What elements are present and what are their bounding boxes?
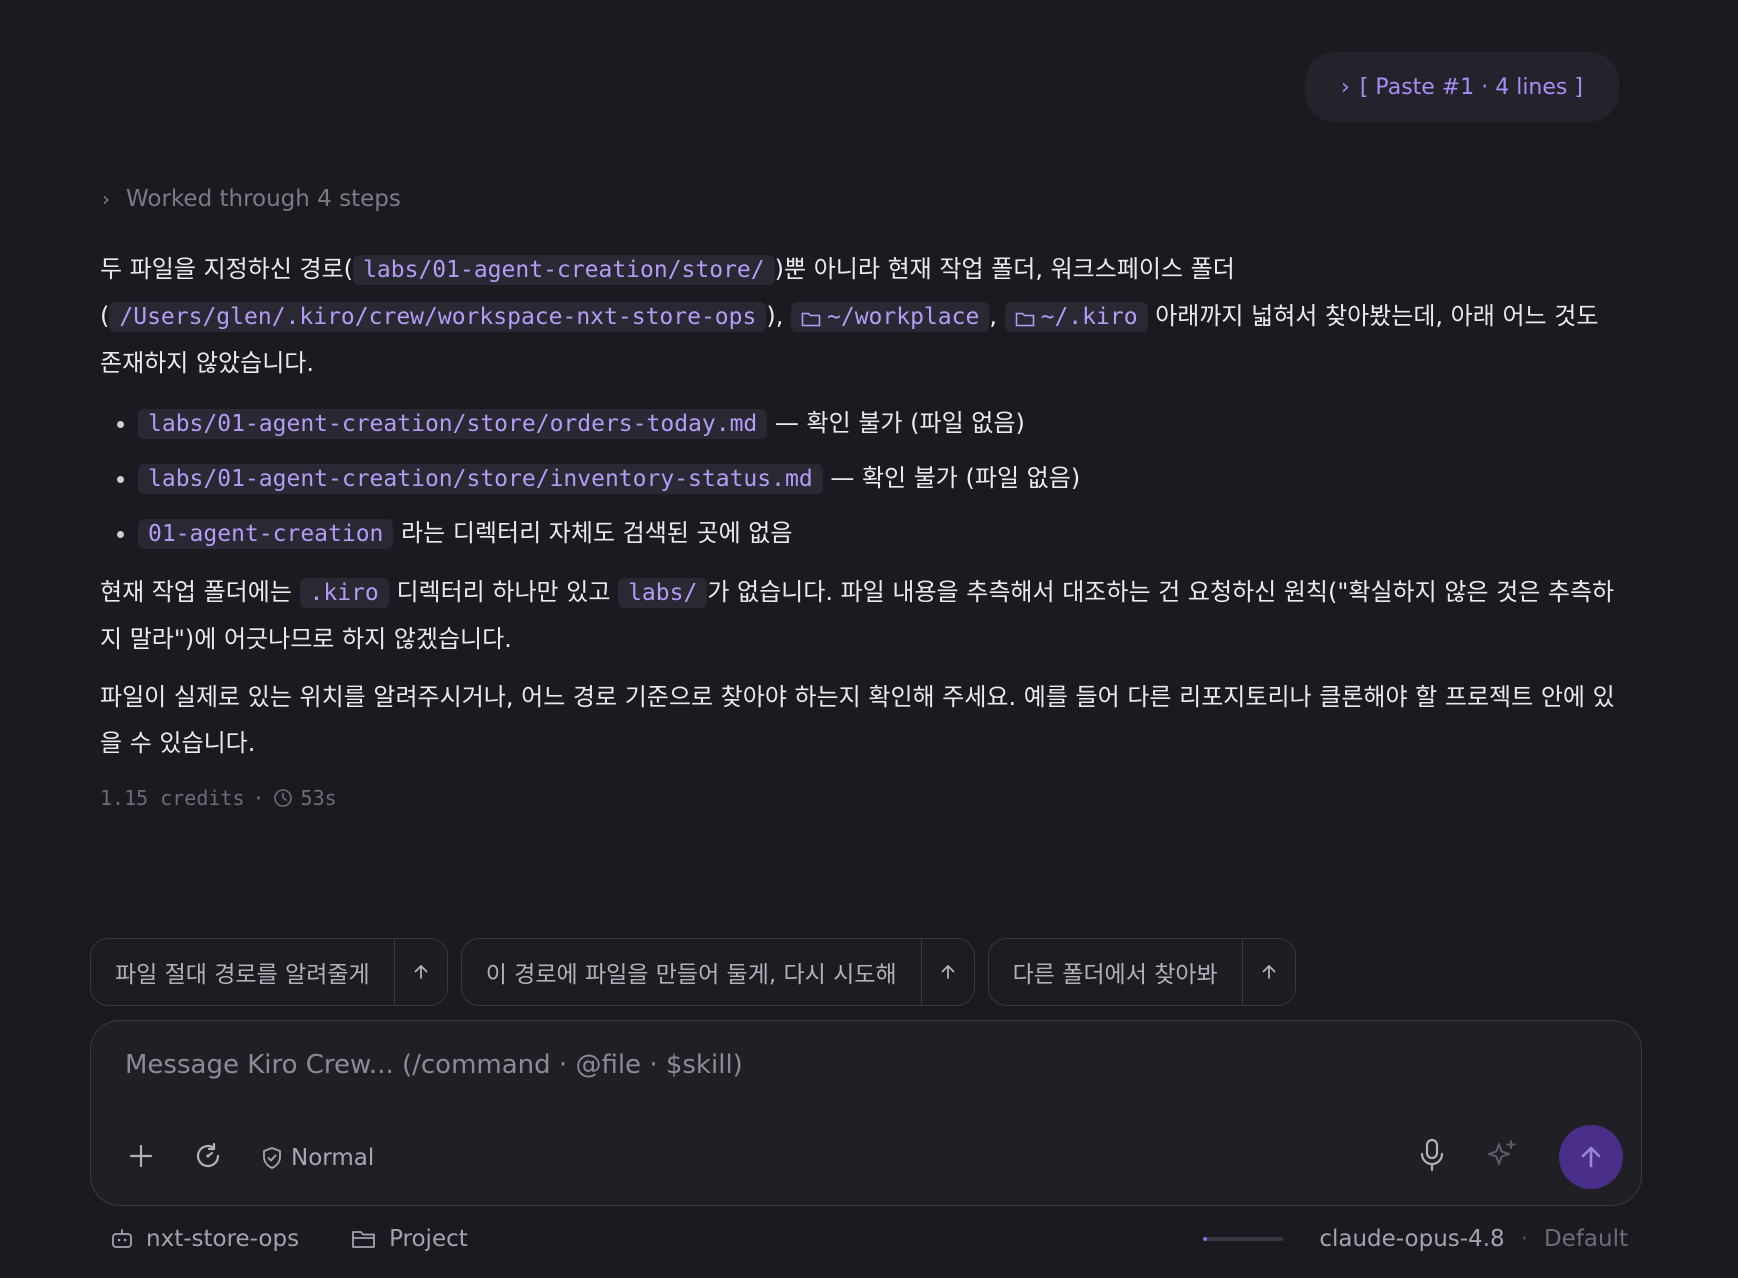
inline-code: /Users/glen/.kiro/crew/workspace-nxt-sto…: [109, 302, 767, 332]
sparkle-icon: [1488, 1140, 1516, 1165]
arrow-up-icon: [941, 965, 955, 979]
microphone-icon: [1420, 1138, 1444, 1172]
inline-code: labs/01-agent-creation/store/inventory-s…: [138, 464, 823, 494]
list-item-text: — 확인 불가 (파일 없음): [774, 409, 1025, 437]
voice-input-button[interactable]: [1419, 1138, 1445, 1176]
text-span: 두 파일을 지정하신 경로(: [100, 255, 354, 283]
list-item-text: 라는 디렉터리 자체도 검색된 곳에 없음: [401, 519, 793, 547]
list-item: 01-agent-creation 라는 디렉터리 자체도 검색된 곳에 없음: [138, 510, 1620, 557]
project-label: Project: [389, 1226, 468, 1252]
status-footer: nxt-store-ops Project claude-opus-4.8 · …: [110, 1226, 1628, 1252]
arrow-up-icon: [414, 965, 428, 979]
list-item-text: — 확인 불가 (파일 없음): [830, 464, 1081, 492]
agent-label: nxt-store-ops: [146, 1226, 300, 1252]
paste-chip-label: [ Paste #1 · 4 lines ]: [1359, 74, 1583, 100]
folder-icon: [1015, 312, 1034, 327]
paste-chip[interactable]: › [ Paste #1 · 4 lines ]: [1305, 52, 1619, 122]
arrow-up-icon: [1262, 965, 1276, 979]
arrow-up-icon: [1581, 1146, 1601, 1168]
missing-files-list: labs/01-agent-creation/store/orders-toda…: [100, 400, 1620, 557]
refresh-gauge-icon: [196, 1142, 220, 1168]
text-span: ,: [989, 302, 997, 330]
mode-label: Normal: [291, 1145, 375, 1171]
chat-page: › [ Paste #1 · 4 lines ] › Worked throug…: [0, 0, 1738, 1278]
mode-default-label[interactable]: Default: [1544, 1226, 1628, 1252]
suggestion-send-button[interactable]: [393, 939, 447, 1005]
folder-open-icon: [352, 1231, 375, 1248]
message-paragraph-3: 파일이 실제로 있는 위치를 알려주시거나, 어느 경로 기준으로 찾아야 하는…: [100, 683, 1615, 757]
send-button[interactable]: [1559, 1125, 1623, 1189]
folder-chip[interactable]: ~/.kiro: [1004, 302, 1148, 332]
inline-code: labs/01-agent-creation/store/: [353, 255, 775, 285]
suggestion-chips: 파일 절대 경로를 알려줄게 이 경로에 파일을 만들어 둘게, 다시 시도해 …: [90, 938, 1296, 1006]
composer-toolbar-left: Normal: [127, 1141, 374, 1175]
separator: ·: [252, 786, 265, 810]
text-span: 디렉터리 하나만 있고: [396, 578, 611, 606]
text-span: ),: [766, 302, 784, 330]
text-span: 현재 작업 폴더에는: [100, 578, 292, 606]
suggestion-label: 다른 폴더에서 찾아봐: [1012, 962, 1218, 988]
inline-code: labs/: [618, 578, 708, 608]
suggestion-chip[interactable]: 다른 폴더에서 찾아봐: [987, 938, 1296, 1006]
message-meta: 1.15 credits · 53s: [100, 786, 337, 810]
project-selector[interactable]: Project: [351, 1226, 468, 1252]
agent-selector[interactable]: nxt-store-ops: [110, 1226, 299, 1252]
context-usage-button[interactable]: [193, 1141, 223, 1175]
separator: ·: [1520, 1226, 1528, 1252]
suggestion-send-button[interactable]: [1241, 939, 1295, 1005]
suggestion-label: 파일 절대 경로를 알려줄게: [115, 962, 370, 988]
mode-selector[interactable]: Normal: [261, 1145, 374, 1171]
chevron-right-icon: ›: [1341, 74, 1350, 100]
folder-chip-label: ~/workplace: [827, 304, 980, 330]
message-input[interactable]: [123, 1049, 1527, 1081]
folder-chip-label: ~/.kiro: [1040, 304, 1138, 330]
footer-left: nxt-store-ops Project: [110, 1226, 468, 1252]
model-selector[interactable]: claude-opus-4.8: [1319, 1226, 1504, 1252]
context-usage-fill: [1203, 1237, 1208, 1241]
context-usage-bar: [1203, 1237, 1284, 1241]
message-paragraph-1: 두 파일을 지정하신 경로(labs/01-agent-creation/sto…: [100, 246, 1620, 386]
list-item: labs/01-agent-creation/store/inventory-s…: [138, 455, 1620, 502]
add-attachment-button[interactable]: [127, 1142, 155, 1174]
inline-code: 01-agent-creation: [138, 519, 394, 549]
clock-icon: [273, 789, 292, 807]
worked-through-label: Worked through 4 steps: [126, 186, 401, 212]
suggestion-label: 이 경로에 파일을 만들어 둘게, 다시 시도해: [485, 962, 897, 988]
robot-icon: [112, 1229, 132, 1248]
suggestion-chip[interactable]: 이 경로에 파일을 만들어 둘게, 다시 시도해: [460, 938, 975, 1006]
worked-through-toggle[interactable]: › Worked through 4 steps: [102, 186, 401, 212]
footer-right: claude-opus-4.8 · Default: [1203, 1226, 1628, 1252]
enhance-prompt-button[interactable]: [1485, 1138, 1519, 1176]
list-item: labs/01-agent-creation/store/orders-toda…: [138, 400, 1620, 447]
shield-check-icon: [263, 1147, 281, 1169]
inline-code: labs/01-agent-creation/store/orders-toda…: [138, 409, 768, 439]
duration-label: 53s: [300, 786, 337, 810]
credits-label: 1.15 credits: [100, 786, 245, 810]
folder-chip[interactable]: ~/workplace: [791, 302, 990, 332]
chevron-right-icon: ›: [102, 187, 110, 211]
inline-code: .kiro: [299, 578, 389, 608]
message-composer: Normal: [90, 1020, 1642, 1206]
message-paragraph-2: 현재 작업 폴더에는 .kiro 디렉터리 하나만 있고 labs/가 없습니다…: [100, 569, 1620, 662]
suggestion-chip[interactable]: 파일 절대 경로를 알려줄게: [90, 938, 448, 1006]
composer-toolbar-right: [1419, 1125, 1623, 1189]
assistant-message: 두 파일을 지정하신 경로(labs/01-agent-creation/sto…: [100, 246, 1620, 778]
suggestion-send-button[interactable]: [920, 939, 974, 1005]
plus-icon: [129, 1144, 153, 1168]
folder-icon: [801, 312, 821, 327]
